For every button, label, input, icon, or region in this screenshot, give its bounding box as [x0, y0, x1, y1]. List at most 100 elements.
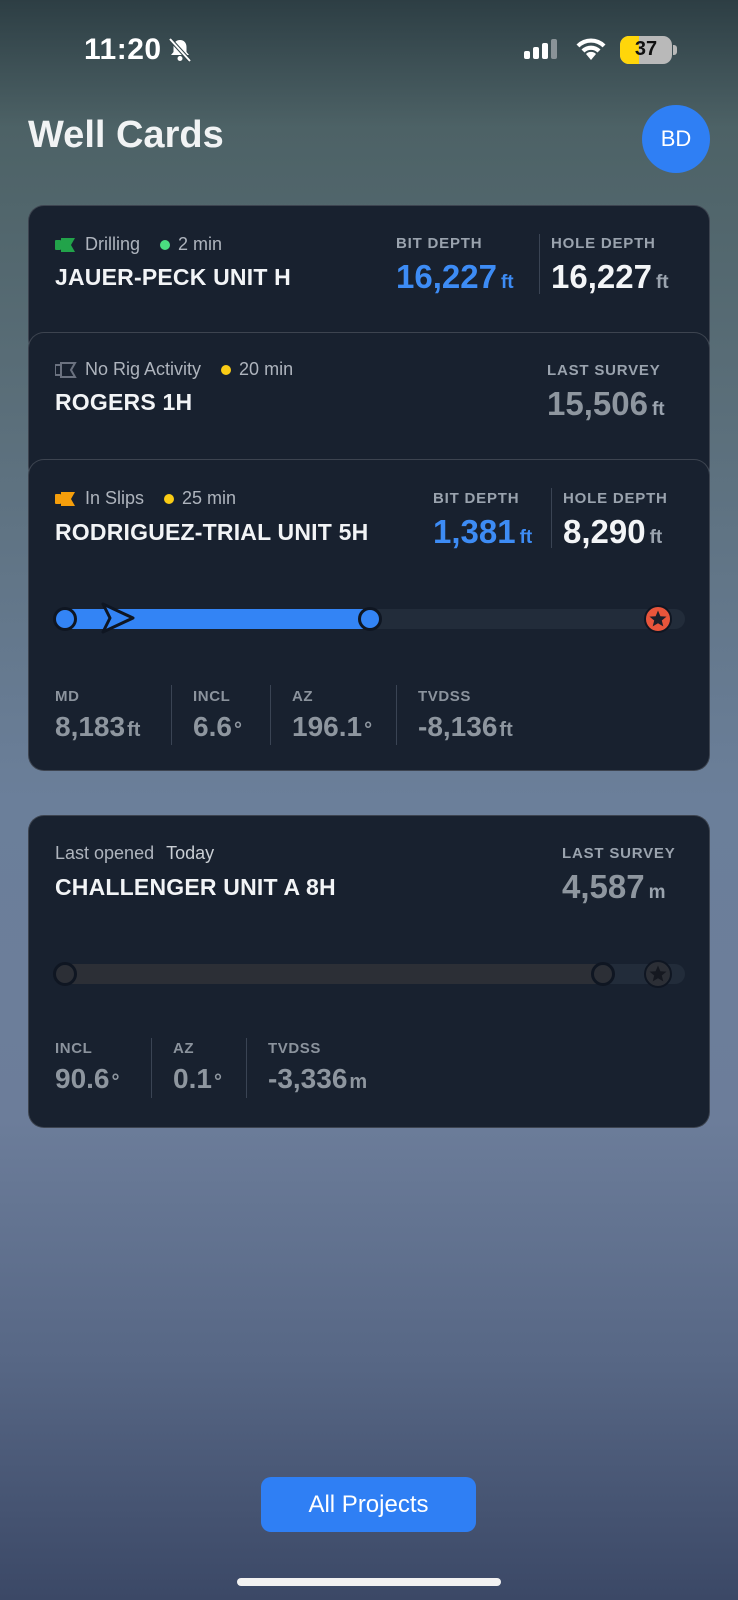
incl-stat: INCL 90.6 ° [55, 1040, 120, 1095]
target-star-icon [644, 960, 672, 988]
rig-status-icon [55, 237, 75, 252]
az-value: 0.1 [173, 1063, 212, 1094]
hole-depth-node [358, 607, 382, 631]
last-survey-node [591, 962, 616, 986]
az-stat: AZ 196.1 ° [292, 688, 372, 743]
start-node [53, 962, 77, 986]
target-star-icon [644, 605, 672, 633]
rig-status-icon [55, 491, 75, 506]
bit-depth-label: BIT DEPTH [433, 490, 520, 507]
hole-depth: HOLE DEPTH 8,290 ft [563, 490, 668, 551]
well-progress-fill [55, 964, 604, 984]
tvdss-label: TVDSS [418, 688, 472, 705]
tvdss-label: TVDSS [268, 1040, 322, 1057]
last-opened-line: Last opened Today [55, 843, 214, 864]
incl-label: INCL [55, 1040, 93, 1057]
freshness-dot [164, 493, 175, 504]
bit-depth-value: 16,227 [396, 258, 497, 295]
divider [396, 685, 397, 745]
hole-depth-unit: ft [649, 527, 663, 548]
last-survey-value: 15,506 [547, 385, 648, 422]
md-label: MD [55, 688, 80, 705]
last-opened-label: Last opened [55, 843, 155, 863]
home-indicator[interactable] [237, 1578, 501, 1586]
status-age: 20 min [239, 359, 294, 379]
bit-depth-value: 1,381 [433, 513, 516, 550]
hole-depth: HOLE DEPTH 16,227 ft [551, 235, 669, 296]
last-survey-label: LAST SURVEY [562, 845, 676, 862]
md-unit: ft [127, 719, 141, 741]
incl-value: 6.6 [193, 711, 232, 742]
tvdss-unit: m [349, 1071, 368, 1093]
incl-unit: ° [233, 719, 242, 741]
status-text: In Slips [85, 488, 145, 508]
well-name: RODRIGUEZ-TRIAL UNIT 5H [55, 519, 369, 545]
incl-stat: INCL 6.6 ° [193, 688, 242, 743]
last-survey-label: LAST SURVEY [547, 362, 661, 379]
bell-slash-icon [168, 37, 192, 63]
status-age: 25 min [182, 488, 237, 508]
last-survey: LAST SURVEY 4,587 m [562, 845, 676, 906]
hole-depth-label: HOLE DEPTH [551, 235, 656, 252]
status-line: Drilling 2 min [55, 234, 222, 255]
tvdss-stat: TVDSS -3,336 m [268, 1040, 367, 1095]
az-unit: ° [213, 1071, 222, 1093]
start-node [53, 607, 77, 631]
well-name: CHALLENGER UNIT A 8H [55, 874, 336, 900]
md-value: 8,183 [55, 711, 126, 742]
last-survey-unit: ft [651, 399, 665, 420]
last-survey-value: 4,587 [562, 868, 645, 905]
battery-percent: 37 [634, 38, 658, 60]
bit-depth-label: BIT DEPTH [396, 235, 483, 252]
divider [171, 685, 172, 745]
tvdss-value: -3,336 [268, 1063, 348, 1094]
az-value: 196.1 [292, 711, 363, 742]
wifi-icon [576, 38, 606, 60]
hole-depth-unit: ft [655, 272, 669, 293]
status-time: 11:20 [84, 33, 162, 66]
status-line: In Slips 25 min [55, 488, 236, 509]
divider [539, 234, 540, 294]
status-line: No Rig Activity 20 min [55, 359, 293, 380]
all-projects-button[interactable]: All Projects [261, 1477, 476, 1532]
tvdss-value: -8,136 [418, 711, 498, 742]
divider [551, 488, 552, 548]
status-age: 2 min [178, 234, 223, 254]
bit-position-icon [101, 602, 135, 634]
incl-label: INCL [193, 688, 231, 705]
freshness-dot [160, 239, 171, 250]
tvdss-stat: TVDSS -8,136 ft [418, 688, 513, 743]
well-card-challenger[interactable]: Last opened Today CHALLENGER UNIT A 8H L… [28, 815, 710, 1128]
last-survey-unit: m [648, 882, 666, 903]
hole-depth-value: 8,290 [563, 513, 646, 550]
avatar[interactable]: BD [642, 105, 710, 173]
md-stat: MD 8,183 ft [55, 688, 140, 743]
well-name: JAUER-PECK UNIT H [55, 264, 291, 290]
az-label: AZ [292, 688, 314, 705]
bit-depth: BIT DEPTH 16,227 ft [396, 235, 514, 296]
divider [151, 1038, 152, 1098]
divider [270, 685, 271, 745]
status-text: Drilling [85, 234, 141, 254]
battery-cap [673, 45, 677, 55]
incl-value: 90.6 [55, 1063, 110, 1094]
page-title: Well Cards [28, 114, 224, 156]
bit-depth: BIT DEPTH 1,381 ft [433, 490, 532, 551]
freshness-dot [221, 364, 232, 375]
last-opened-value: Today [166, 843, 215, 863]
hole-depth-value: 16,227 [551, 258, 652, 295]
divider [246, 1038, 247, 1098]
well-name: ROGERS 1H [55, 389, 193, 415]
bit-depth-unit: ft [519, 527, 533, 548]
well-card-rodriguez-trial[interactable]: In Slips 25 min RODRIGUEZ-TRIAL UNIT 5H … [28, 459, 710, 771]
rig-status-icon [55, 361, 77, 378]
last-survey: LAST SURVEY 15,506 ft [547, 362, 665, 423]
cellular-signal-icon [524, 39, 557, 59]
az-label: AZ [173, 1040, 195, 1057]
status-text: No Rig Activity [85, 359, 202, 379]
tvdss-unit: ft [499, 719, 513, 741]
incl-unit: ° [111, 1071, 120, 1093]
az-stat: AZ 0.1 ° [173, 1040, 222, 1095]
az-unit: ° [364, 719, 373, 741]
hole-depth-label: HOLE DEPTH [563, 490, 668, 507]
